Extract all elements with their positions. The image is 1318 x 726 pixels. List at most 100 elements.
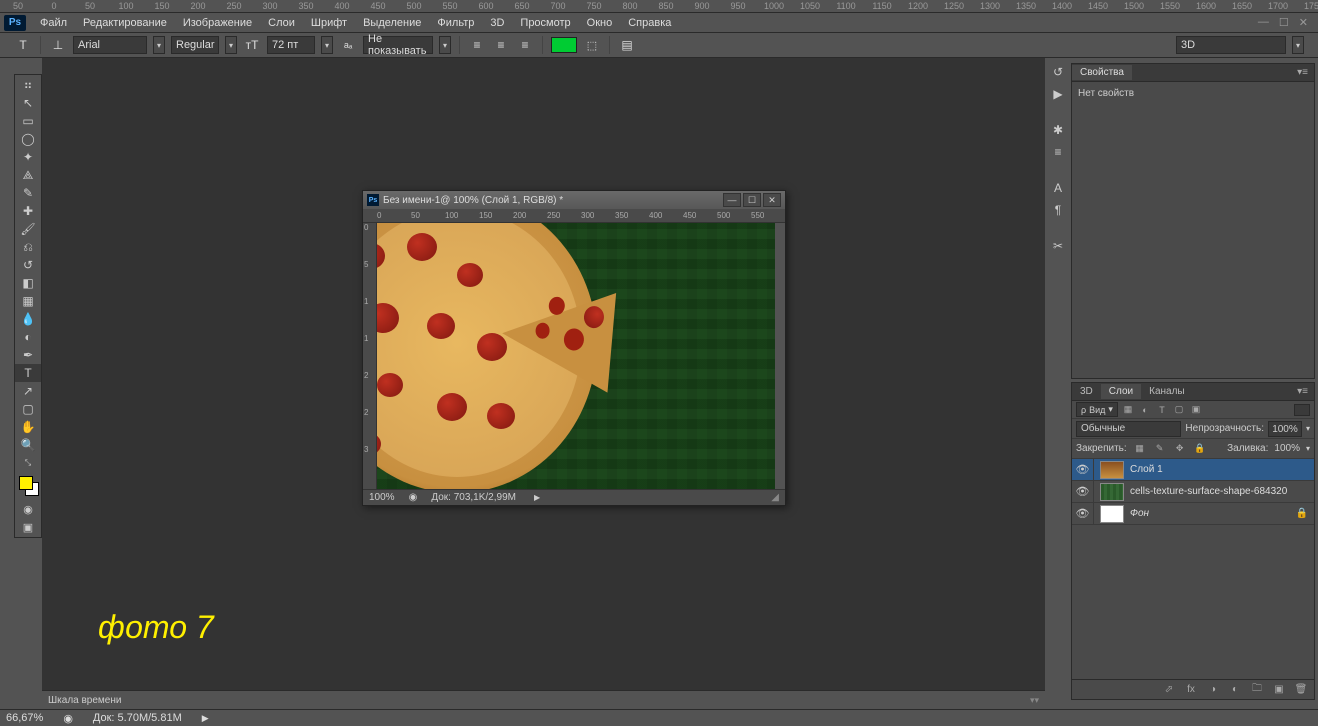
pen-tool[interactable]: ✒ <box>15 346 41 364</box>
align-center-icon[interactable]: ≡ <box>492 36 510 54</box>
menu-filter[interactable]: Фильтр <box>429 14 482 32</box>
panel-menu-icon[interactable]: ▾≡ <box>1291 67 1314 78</box>
font-family-dropdown[interactable]: ▾ <box>153 36 165 54</box>
app-zoom[interactable]: 66,67% <box>6 712 43 724</box>
brush-tool[interactable]: 🖌 <box>15 220 41 238</box>
doc-minimize-icon[interactable]: — <box>723 193 741 207</box>
type-tool[interactable]: T <box>15 364 41 382</box>
adjustments-icon[interactable]: ✂ <box>1048 237 1068 255</box>
history-brush-tool[interactable]: ↺ <box>15 256 41 274</box>
align-right-icon[interactable]: ≡ <box>516 36 534 54</box>
foreground-color-swatch[interactable] <box>19 476 33 490</box>
minimize-icon[interactable]: — <box>1258 16 1269 29</box>
history-icon[interactable]: ↺ <box>1048 63 1068 81</box>
screen-mode-icon[interactable]: ▣ <box>15 518 41 536</box>
filter-toggle[interactable] <box>1294 404 1310 416</box>
shape-tool[interactable]: ▢ <box>15 400 41 418</box>
eyedropper-tool[interactable]: ✎ <box>15 184 41 202</box>
workspace-dropdown[interactable]: ▾ <box>1292 36 1304 54</box>
menu-layers[interactable]: Слои <box>260 14 303 32</box>
type-tool-icon[interactable]: T <box>14 36 32 54</box>
swap-colors-icon[interactable]: ⤡ <box>15 454 41 472</box>
layers-panel-menu-icon[interactable]: ▾≡ <box>1291 386 1314 397</box>
tab-layers[interactable]: Слои <box>1101 384 1141 399</box>
layer-name[interactable]: Слой 1 <box>1130 464 1163 475</box>
filter-type-icon[interactable]: T <box>1155 403 1169 417</box>
layer-fx-icon[interactable]: fx <box>1184 683 1198 697</box>
tab-channels[interactable]: Каналы <box>1141 384 1193 399</box>
color-picker[interactable] <box>15 474 41 500</box>
lock-transparent-icon[interactable]: ▦ <box>1133 442 1147 456</box>
path-tool[interactable]: ↗ <box>15 382 41 400</box>
filter-kind-select[interactable]: ρВид▾ <box>1076 402 1118 417</box>
layer-thumbnail[interactable] <box>1100 505 1124 523</box>
stamp-tool[interactable]: ⎌ <box>15 238 41 256</box>
healing-tool[interactable]: ✚ <box>15 202 41 220</box>
blend-mode-select[interactable]: Обычные <box>1076 421 1181 437</box>
character-icon[interactable]: A <box>1048 179 1068 197</box>
lock-all-icon[interactable]: 🔒 <box>1193 442 1207 456</box>
marquee-tool[interactable]: ▭ <box>15 112 41 130</box>
brush-settings-icon[interactable]: ≡ <box>1048 143 1068 161</box>
delete-layer-icon[interactable]: 🗑 <box>1294 683 1308 697</box>
filter-adjust-icon[interactable]: ◐ <box>1138 403 1152 417</box>
timeline-label[interactable]: Шкала времени <box>48 695 121 706</box>
crop-tool[interactable]: ⟁ <box>15 166 41 184</box>
lasso-tool[interactable]: ◯ <box>15 130 41 148</box>
handle-icon[interactable]: ⠶ <box>15 76 41 94</box>
workspace-select[interactable]: 3D <box>1176 36 1286 54</box>
menu-select[interactable]: Выделение <box>355 14 429 32</box>
font-style-select[interactable]: Regular <box>171 36 219 54</box>
font-size-select[interactable]: 72 пт <box>267 36 315 54</box>
visibility-icon[interactable]: 👁 <box>1072 503 1094 524</box>
menu-type[interactable]: Шрифт <box>303 14 355 32</box>
tab-properties[interactable]: Свойства <box>1072 65 1132 80</box>
brush-preset-icon[interactable]: ✱ <box>1048 121 1068 139</box>
blur-tool[interactable]: 💧 <box>15 310 41 328</box>
text-color-swatch[interactable] <box>551 37 577 53</box>
lock-position-icon[interactable]: ✥ <box>1173 442 1187 456</box>
menu-window[interactable]: Окно <box>579 14 621 32</box>
doc-status-arrow-icon[interactable]: ▶ <box>534 493 540 502</box>
opacity-dropdown-icon[interactable]: ▾ <box>1306 424 1310 433</box>
dodge-tool[interactable]: ◐ <box>15 328 41 346</box>
fill-input[interactable]: 100% <box>1274 443 1300 454</box>
hand-tool[interactable]: ✋ <box>15 418 41 436</box>
layer-thumbnail[interactable] <box>1100 483 1124 501</box>
opacity-input[interactable]: 100% <box>1268 421 1302 437</box>
character-panel-icon[interactable]: ▤ <box>618 36 636 54</box>
visibility-icon[interactable]: 👁 <box>1072 481 1094 502</box>
aa-dropdown[interactable]: ▾ <box>439 36 451 54</box>
timeline-collapse-icon[interactable]: ▾▾ <box>1030 695 1039 706</box>
move-tool[interactable]: ↖ <box>15 94 41 112</box>
menu-help[interactable]: Справка <box>620 14 679 32</box>
orientation-icon[interactable]: ⊥ <box>49 36 67 54</box>
layer-name[interactable]: Фон <box>1130 508 1149 519</box>
align-left-icon[interactable]: ≡ <box>468 36 486 54</box>
maximize-icon[interactable]: ☐ <box>1279 16 1289 29</box>
quick-mask-icon[interactable]: ◉ <box>15 500 41 518</box>
paragraph-icon[interactable]: ¶ <box>1048 201 1068 219</box>
visibility-icon[interactable]: 👁 <box>1072 459 1094 480</box>
doc-zoom[interactable]: 100% <box>369 492 395 503</box>
filter-shape-icon[interactable]: ▢ <box>1172 403 1186 417</box>
warp-text-icon[interactable]: ⬚ <box>583 36 601 54</box>
wand-tool[interactable]: ✦ <box>15 148 41 166</box>
doc-resize-handle[interactable]: ◢ <box>771 492 779 503</box>
actions-icon[interactable]: ▶ <box>1048 85 1068 103</box>
font-family-select[interactable]: Arial <box>73 36 147 54</box>
doc-close-icon[interactable]: ✕ <box>763 193 781 207</box>
layer-name[interactable]: cells-texture-surface-shape-684320 <box>1130 486 1287 497</box>
aa-select[interactable]: Не показывать <box>363 36 433 54</box>
document-canvas[interactable] <box>377 223 775 489</box>
app-nav-icon[interactable]: ◉ <box>63 712 73 725</box>
filter-pixel-icon[interactable]: ▦ <box>1121 403 1135 417</box>
link-layers-icon[interactable]: ⬀ <box>1162 683 1176 697</box>
layer-mask-icon[interactable]: ◑ <box>1206 683 1220 697</box>
layer-thumbnail[interactable] <box>1100 461 1124 479</box>
tab-3d[interactable]: 3D <box>1072 384 1101 399</box>
document-window[interactable]: Ps Без имени-1@ 100% (Слой 1, RGB/8) * —… <box>362 190 786 506</box>
layer-row[interactable]: 👁 Фон 🔒 <box>1072 503 1314 525</box>
gradient-tool[interactable]: ▦ <box>15 292 41 310</box>
new-layer-icon[interactable]: ▣ <box>1272 683 1286 697</box>
